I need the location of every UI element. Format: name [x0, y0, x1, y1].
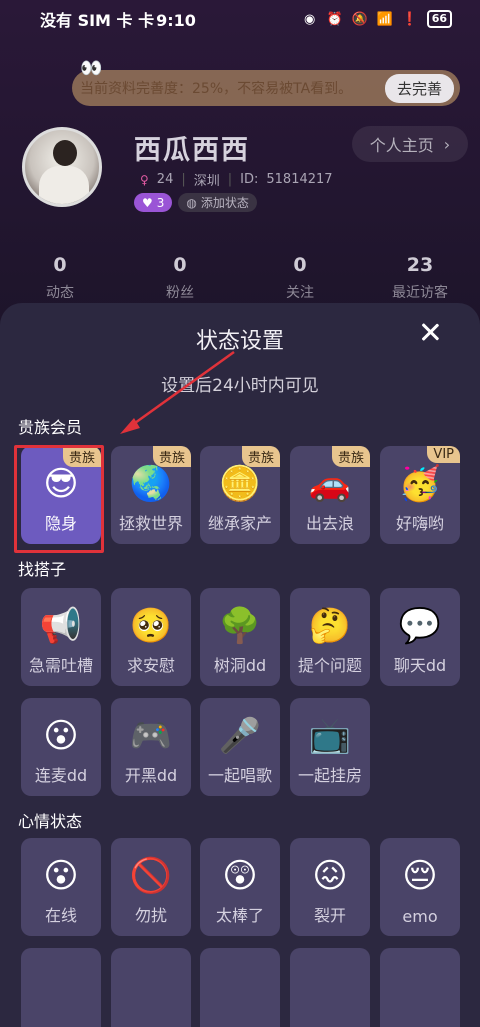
status-tile[interactable]: 😖 裂开	[290, 838, 370, 936]
battery-icon: 66	[426, 10, 452, 28]
smile-face-icon: 😮	[43, 856, 79, 896]
no-entry-icon: 🚫	[129, 856, 173, 896]
status-tile-label: 聊天dd	[393, 656, 447, 675]
status-tile-partial[interactable]	[200, 948, 280, 1027]
profile-home-button[interactable]: 个人主页 ›	[352, 126, 468, 162]
status-tile-partial[interactable]	[290, 948, 370, 1027]
wifi-icon: 📶	[376, 11, 393, 27]
section-title-noble: 贵族会员	[18, 418, 83, 437]
sheet-title: 状态设置	[195, 329, 284, 354]
cracked-face-icon: 😖	[312, 856, 348, 896]
status-tile[interactable]: 🎤 一起唱歌	[200, 698, 280, 796]
profile-meta: ♀ 24 | 深圳 | ID: 51814217	[140, 172, 333, 189]
status-tile[interactable]: 🚗 出去浪 贵族	[290, 446, 370, 544]
status-tile-partial[interactable]	[21, 948, 101, 1027]
status-tile-label: 太棒了	[215, 906, 264, 925]
complete-profile-button[interactable]: 去完善	[384, 73, 454, 103]
status-tile-label: 急需吐槽	[28, 656, 93, 675]
status-tile-label: 一起挂房	[297, 766, 362, 785]
sleepy-face-icon: 😔	[402, 856, 438, 896]
status-icon: ◍	[186, 195, 197, 210]
stat-following[interactable]: 0 关注	[240, 254, 360, 302]
mute-icon: 🔕	[351, 11, 368, 27]
great-face-icon: 😲	[222, 856, 258, 896]
status-bar: 没有 SIM 卡 卡 9:10 ◉ ⏰ 🔕 📶 ❗ 66	[0, 0, 480, 38]
alert-icon: ❗	[401, 11, 418, 27]
status-tile-label: 拯救世界	[118, 514, 183, 533]
status-tile-label: 连麦dd	[34, 766, 88, 785]
party-face-icon: 🥳	[398, 464, 442, 504]
tier-badge: VIP	[427, 446, 460, 463]
status-tile[interactable]: 🌏 拯救世界 贵族	[111, 446, 191, 544]
status-tile-partial[interactable]	[111, 948, 191, 1027]
status-tile[interactable]: 🪙 继承家产 贵族	[200, 446, 280, 544]
status-tile[interactable]: 🥳 好嗨哟 VIP	[380, 446, 460, 544]
eyes-icon: 👀	[80, 58, 103, 79]
status-tile[interactable]: 🤔 提个问题	[290, 588, 370, 686]
megaphone-icon: 📢	[39, 606, 83, 646]
status-tile-partial[interactable]	[380, 948, 460, 1027]
profile-stats: 0 动态 0 粉丝 0 关注 23 最近访客	[0, 254, 480, 302]
status-tile-label: 在线	[44, 906, 77, 925]
pleading-face-icon: 🥺	[129, 606, 173, 646]
avatar[interactable]	[22, 127, 102, 207]
status-tile[interactable]: 📢 急需吐槽	[21, 588, 101, 686]
game-face-icon: 🎮	[129, 716, 173, 756]
stat-visitors[interactable]: 23 最近访客	[360, 254, 480, 302]
sheet-subtitle: 设置后24小时内可见	[161, 376, 319, 396]
chat-bubble-icon: 💬	[398, 606, 442, 646]
heart-icon: ♥	[142, 195, 153, 210]
username: 西瓜西西	[134, 135, 250, 166]
status-tile-label: 一起唱歌	[207, 766, 272, 785]
status-tile[interactable]: 🚫 勿扰	[111, 838, 191, 936]
chevron-right-icon: ›	[443, 134, 451, 154]
section-title-partner: 找搭子	[18, 560, 67, 579]
status-tile-label: 勿扰	[134, 906, 167, 925]
status-tile[interactable]: 🥺 求安慰	[111, 588, 191, 686]
room-icon: 📺	[308, 716, 352, 756]
profile-completion-banner[interactable]: 👀 当前资料完善度：25%，不容易被TA看到。 去完善	[72, 58, 460, 106]
globe-icon: 🌏	[129, 464, 173, 504]
add-status-button[interactable]: ◍ 添加状态	[178, 193, 257, 212]
completion-text: 当前资料完善度：25%，不容易被TA看到。	[80, 81, 353, 97]
close-icon[interactable]	[416, 319, 444, 347]
status-tile[interactable]: 📺 一起挂房	[290, 698, 370, 796]
status-tile-label: 好嗨哟	[395, 514, 444, 533]
carrier-text: 没有 SIM 卡 卡 9:10	[40, 11, 196, 30]
tier-badge: 贵族	[152, 446, 191, 467]
tier-badge: 贵族	[241, 446, 280, 467]
question-face-icon: 🤔	[308, 606, 352, 646]
section-title-mood: 心情状态	[18, 812, 83, 831]
mic-face-icon: 😮	[43, 716, 79, 756]
gender-icon: ♀	[140, 172, 149, 187]
status-tile[interactable]: 😔 emo	[380, 838, 460, 936]
status-tile-label: 裂开	[313, 906, 346, 925]
eye-icon: ◉	[304, 11, 316, 27]
status-tile[interactable]: 💬 聊天dd	[380, 588, 460, 686]
microphone-icon: 🎤	[218, 716, 262, 756]
status-tile-label: emo	[402, 907, 438, 926]
status-tile[interactable]: 🌳 树洞dd	[200, 588, 280, 686]
status-tile[interactable]: 😲 太棒了	[200, 838, 280, 936]
status-tile[interactable]: 😮 在线	[21, 838, 101, 936]
tier-badge: 贵族	[331, 446, 370, 467]
status-tile-label: 继承家产	[207, 514, 272, 533]
status-icons: ◉ ⏰ 🔕 📶 ❗ 66	[302, 10, 452, 28]
car-icon: 🚗	[308, 464, 352, 504]
stat-posts[interactable]: 0 动态	[0, 254, 120, 302]
status-tile[interactable]: 😮 连麦dd	[21, 698, 101, 796]
status-tile-label: 开黑dd	[124, 766, 178, 785]
status-tile[interactable]: 🎮 开黑dd	[111, 698, 191, 796]
profile-tags: ♥ 3 ◍ 添加状态	[134, 193, 257, 212]
alarm-icon: ⏰	[326, 11, 343, 27]
stat-fans[interactable]: 0 粉丝	[120, 254, 240, 302]
selected-highlight	[14, 445, 104, 553]
status-tile-label: 提个问题	[297, 656, 362, 675]
status-tile-label: 树洞dd	[213, 656, 267, 675]
status-tile-label: 求安慰	[126, 656, 175, 675]
gold-bars-icon: 🪙	[218, 464, 262, 504]
status-tile-label: 出去浪	[305, 514, 354, 533]
level-badge: ♥ 3	[134, 193, 173, 212]
tree-hollow-icon: 🌳	[218, 606, 262, 646]
